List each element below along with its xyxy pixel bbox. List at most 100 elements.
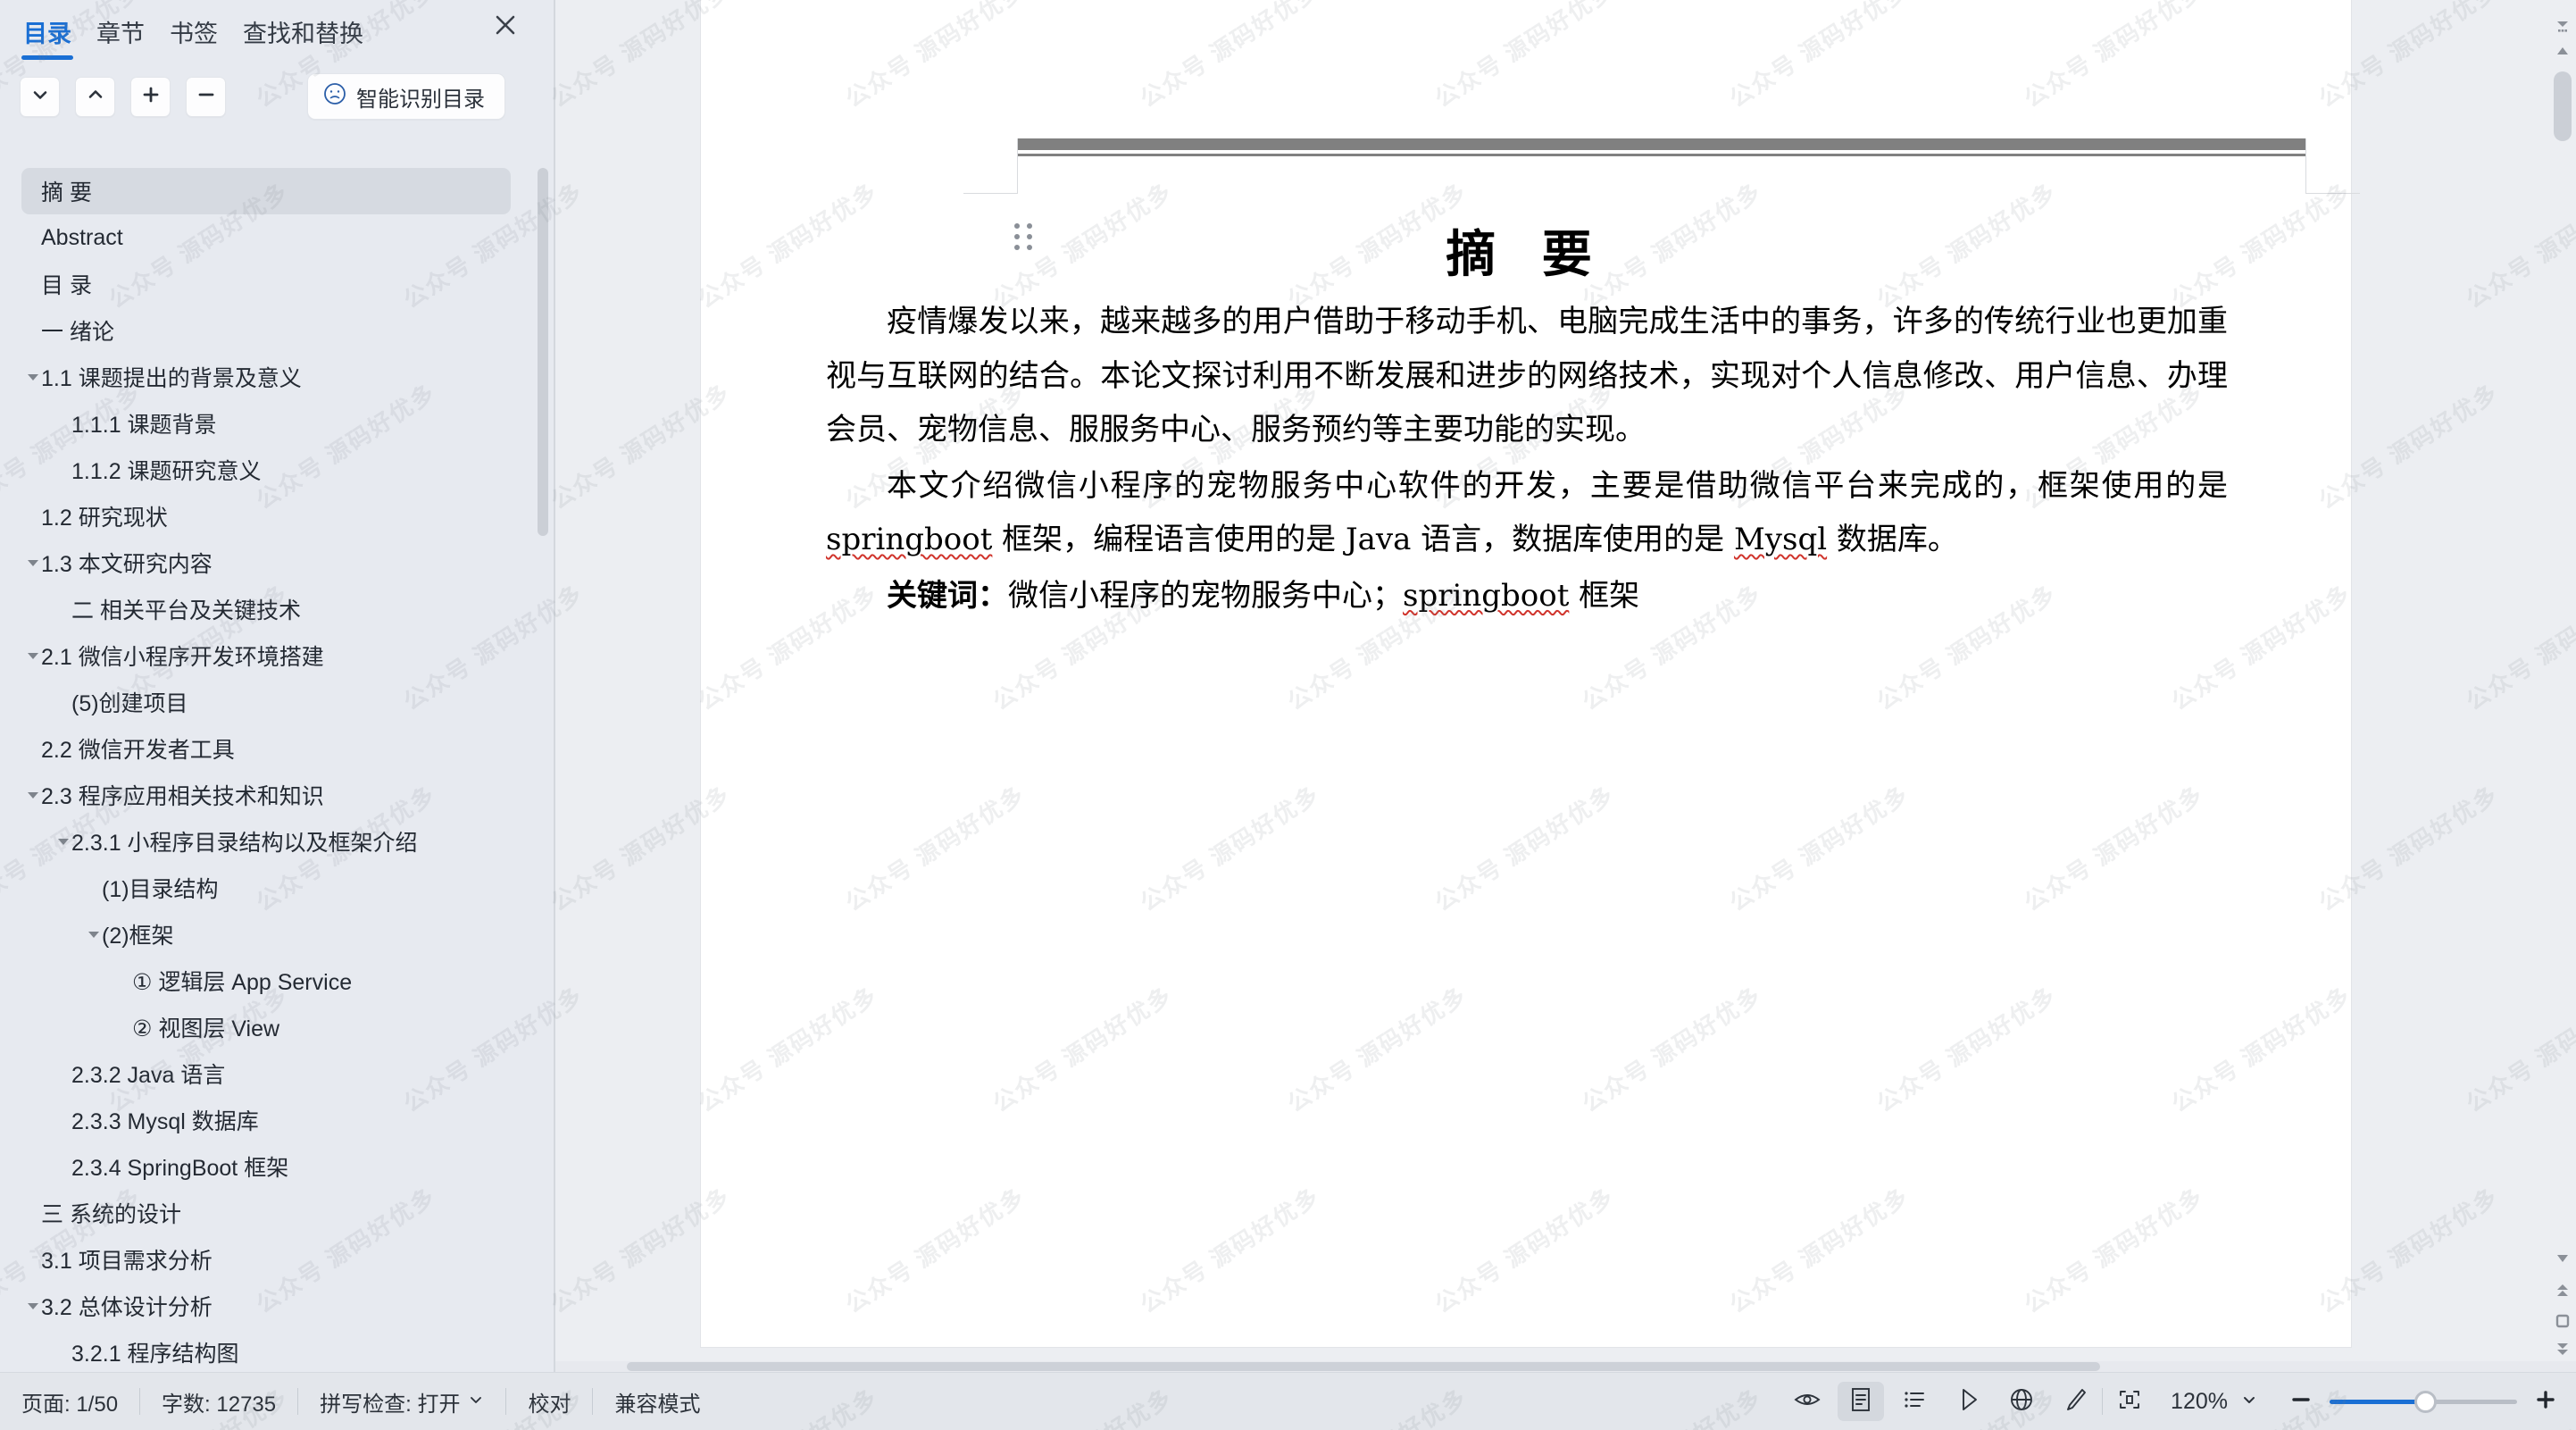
toc-item[interactable]: 1.1.1 课题背景 bbox=[21, 400, 511, 447]
sidebar-tab-bar: 目录 章节 书签 查找和替换 bbox=[0, 0, 555, 67]
status-divider bbox=[2102, 1388, 2103, 1415]
tab-contents[interactable]: 目录 bbox=[23, 14, 71, 53]
web-layout-button[interactable] bbox=[1998, 1382, 2045, 1421]
toc-item[interactable]: Abstract bbox=[21, 214, 511, 261]
proofread-button[interactable]: 校对 bbox=[506, 1386, 592, 1417]
document-viewport[interactable]: 摘 要 疫情爆发以来，越来越多的用户借助于移动手机、电脑完成生活中的事务，许多的… bbox=[555, 0, 2576, 1372]
plus-icon bbox=[2534, 1388, 2557, 1416]
toc-item[interactable]: 2.3.3 Mysql 数据库 bbox=[21, 1097, 511, 1143]
spellcheck-dropdown[interactable]: 拼写检查: 打开 bbox=[298, 1386, 505, 1417]
toc-scrollbar-track[interactable] bbox=[538, 168, 548, 1365]
document-body[interactable]: 疫情爆发以来，越来越多的用户借助于移动手机、电脑完成生活中的事务，许多的传统行业… bbox=[826, 295, 2228, 624]
collapse-up-button[interactable] bbox=[75, 77, 115, 117]
tab-chapters-label: 章节 bbox=[96, 21, 145, 47]
tab-bookmarks[interactable]: 书签 bbox=[170, 14, 218, 53]
toc-item[interactable]: ② 视图层 View bbox=[21, 1004, 511, 1050]
outline-view-button[interactable] bbox=[1891, 1382, 1938, 1421]
toc-expand-caret-icon[interactable] bbox=[23, 367, 43, 387]
zoom-in-button[interactable] bbox=[2528, 1384, 2563, 1419]
toc-item[interactable]: (1)目录结构 bbox=[21, 865, 511, 911]
toc-item[interactable]: 2.3.2 Java 语言 bbox=[21, 1050, 511, 1097]
page-indicator[interactable]: 页面: 1/50 bbox=[0, 1386, 139, 1417]
toc-item[interactable]: 2.3 程序应用相关技术和知识 bbox=[21, 772, 511, 818]
document-vertical-scrollbar[interactable] bbox=[2549, 0, 2576, 1372]
toc-item[interactable]: 三 系统的设计 bbox=[21, 1190, 511, 1236]
toc-list[interactable]: 摘 要Abstract 目 录一 绪论1.1 课题提出的背景及意义1.1.1 课题… bbox=[0, 168, 536, 1365]
toc-item[interactable]: 1.1.2 课题研究意义 bbox=[21, 447, 511, 493]
edit-mode-button[interactable] bbox=[2052, 1382, 2098, 1421]
select-browse-object-button[interactable] bbox=[2553, 1311, 2572, 1331]
toc-item[interactable]: 1.1 课题提出的背景及意义 bbox=[21, 354, 511, 400]
sidebar-divider[interactable] bbox=[554, 0, 555, 1372]
decrease-level-button[interactable] bbox=[186, 77, 226, 117]
toc-expand-caret-icon[interactable] bbox=[23, 646, 43, 665]
toc-item[interactable]: (5)创建项目 bbox=[21, 679, 511, 725]
fit-screen-button[interactable] bbox=[2106, 1382, 2153, 1421]
globe-icon bbox=[2007, 1385, 2036, 1418]
chevron-down-icon bbox=[29, 84, 51, 110]
close-panel-button[interactable] bbox=[488, 7, 523, 43]
misspelled-word: springboot bbox=[826, 522, 992, 557]
toc-item-label: 目 录 bbox=[41, 268, 92, 300]
page-icon bbox=[1847, 1385, 1875, 1418]
toc-item[interactable]: 摘 要 bbox=[21, 168, 511, 214]
toc-item[interactable]: 2.3.1 小程序目录结构以及框架介绍 bbox=[21, 818, 511, 865]
toc-item[interactable]: 目 录 bbox=[21, 261, 511, 307]
toc-item[interactable]: 2.2 微信开发者工具 bbox=[21, 725, 511, 772]
toc-item-label: 三 系统的设计 bbox=[41, 1197, 181, 1229]
toc-item[interactable]: 1.2 研究现状 bbox=[21, 493, 511, 539]
toc-expand-caret-icon[interactable] bbox=[54, 832, 73, 851]
document-hscrollbar-thumb[interactable] bbox=[627, 1362, 2100, 1371]
zoom-slider[interactable] bbox=[2330, 1382, 2517, 1421]
toc-expand-caret-icon[interactable] bbox=[84, 924, 104, 944]
toc-scrollbar-thumb[interactable] bbox=[538, 168, 548, 536]
toc-item-label: (1)目录结构 bbox=[102, 872, 219, 904]
zoom-dropdown-button[interactable] bbox=[2231, 1384, 2267, 1419]
toc-item[interactable]: 3.2.1 程序结构图 bbox=[21, 1329, 511, 1365]
eye-icon bbox=[1793, 1385, 1822, 1418]
compatibility-mode-indicator[interactable]: 兼容模式 bbox=[593, 1386, 721, 1417]
zoom-out-button[interactable] bbox=[2283, 1384, 2319, 1419]
scroll-double-down-top-button[interactable] bbox=[2553, 16, 2572, 36]
document-horizontal-scrollbar[interactable] bbox=[555, 1361, 2576, 1372]
text-run: 微信小程序的宠物服务中心； bbox=[1008, 578, 1403, 614]
tab-chapters[interactable]: 章节 bbox=[96, 14, 145, 53]
toc-item-label: 1.1.2 课题研究意义 bbox=[71, 454, 262, 486]
toc-expand-caret-icon[interactable] bbox=[23, 785, 43, 805]
scroll-up-button[interactable] bbox=[2553, 41, 2572, 61]
word-count-indicator[interactable]: 字数: 12735 bbox=[140, 1386, 297, 1417]
toc-item[interactable]: 2.1 微信小程序开发环境搭建 bbox=[21, 632, 511, 679]
collapse-down-button[interactable] bbox=[20, 77, 60, 117]
scroll-down-button[interactable] bbox=[2553, 1249, 2572, 1268]
toc-item[interactable]: 一 绪论 bbox=[21, 307, 511, 354]
status-bar: 页面: 1/50 字数: 12735 拼写检查: 打开 校对 兼容模式 bbox=[0, 1372, 2576, 1430]
zoom-level-label[interactable]: 120% bbox=[2171, 1389, 2228, 1415]
document-scrollbar-thumb[interactable] bbox=[2554, 71, 2572, 141]
toc-item[interactable]: 1.3 本文研究内容 bbox=[21, 539, 511, 586]
toc-item-label: 1.2 研究现状 bbox=[41, 500, 168, 532]
toc-item[interactable]: 二 相关平台及关键技术 bbox=[21, 586, 511, 632]
next-page-button[interactable] bbox=[2553, 1340, 2572, 1359]
presentation-button[interactable] bbox=[1945, 1382, 1991, 1421]
text-run: 数据库。 bbox=[1827, 522, 1958, 557]
tab-find-replace[interactable]: 查找和替换 bbox=[243, 14, 363, 53]
toc-expand-caret-icon[interactable] bbox=[23, 1296, 43, 1316]
smart-recognize-toc-button[interactable]: 智能识别目录 bbox=[307, 73, 505, 120]
text-run: 疫情爆发以来，越来越多的用户借助于移动手机、电脑完成生活中的事务，许多的传统行业… bbox=[826, 304, 2228, 447]
document-paragraph[interactable]: 关键词：微信小程序的宠物服务中心；springboot 框架 bbox=[826, 569, 2228, 623]
document-paragraph[interactable]: 本文介绍微信小程序的宠物服务中心软件的开发，主要是借助微信平台来完成的，框架使用… bbox=[826, 459, 2228, 567]
toc-item[interactable]: (2)框架 bbox=[21, 911, 511, 958]
toc-item[interactable]: ① 逻辑层 App Service bbox=[21, 958, 511, 1004]
toc-item-label: 2.3.4 SpringBoot 框架 bbox=[71, 1150, 288, 1183]
read-mode-button[interactable] bbox=[1784, 1382, 1830, 1421]
toc-item[interactable]: 3.1 项目需求分析 bbox=[21, 1236, 511, 1283]
toc-expand-caret-icon[interactable] bbox=[23, 553, 43, 573]
document-page[interactable]: 摘 要 疫情爆发以来，越来越多的用户借助于移动手机、电脑完成生活中的事务，许多的… bbox=[701, 0, 2351, 1347]
page-layout-button[interactable] bbox=[1838, 1382, 1884, 1421]
previous-page-button[interactable] bbox=[2553, 1281, 2572, 1300]
toc-item[interactable]: 3.2 总体设计分析 bbox=[21, 1283, 511, 1329]
document-paragraph[interactable]: 疫情爆发以来，越来越多的用户借助于移动手机、电脑完成生活中的事务，许多的传统行业… bbox=[826, 295, 2228, 457]
zoom-slider-thumb[interactable] bbox=[2414, 1391, 2437, 1413]
increase-level-button[interactable] bbox=[130, 77, 171, 117]
toc-item[interactable]: 2.3.4 SpringBoot 框架 bbox=[21, 1143, 511, 1190]
